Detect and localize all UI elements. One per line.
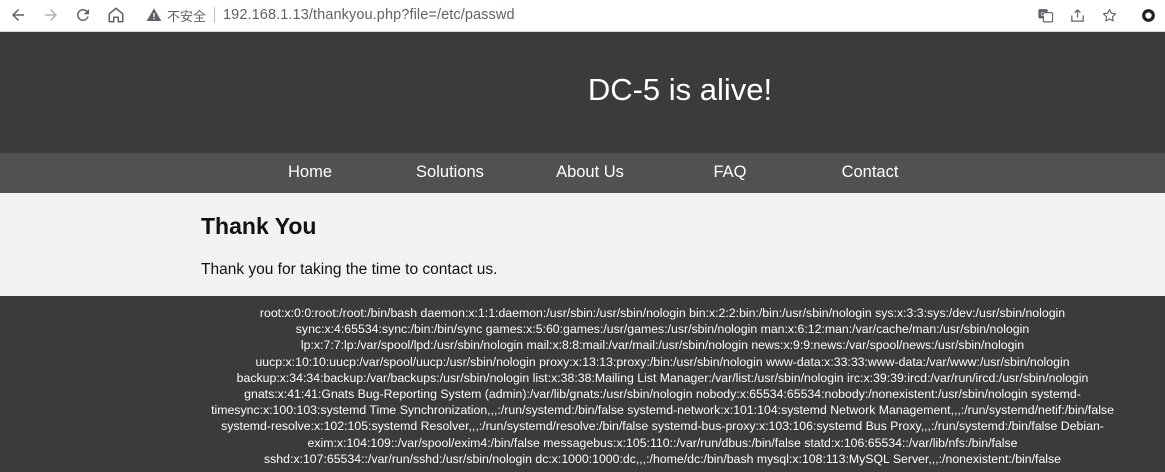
omnibox-divider [214,7,216,23]
main-content: Thank You Thank you for taking the time … [0,193,1165,296]
menu-item-about-us[interactable]: About Us [520,163,660,182]
forward-arrow-icon[interactable] [40,4,62,26]
thank-you-message: Thank you for taking the time to contact… [201,261,498,278]
menu-item-faq[interactable]: FAQ [660,163,800,182]
browser-toolbar: 不安全 192.168.1.13/thankyou.php?file=/etc/… [0,0,1165,32]
site-footer: root:x:0:0:root:/root:/bin/bash daemon:x… [0,296,1165,472]
menu-item-solutions[interactable]: Solutions [380,163,520,182]
page-heading: Thank You [201,213,317,239]
site-header: DC-5 is alive! [0,32,1165,153]
warning-icon[interactable] [146,7,162,23]
reload-icon[interactable] [72,4,94,26]
share-icon[interactable] [1066,4,1088,26]
menu-item-contact[interactable]: Contact [800,163,940,182]
main-menu: Home Solutions About Us FAQ Contact [0,153,1165,193]
svg-text:G: G [1040,12,1044,18]
address-bar[interactable]: 不安全 192.168.1.13/thankyou.php?file=/etc/… [138,3,1028,27]
security-status-label[interactable]: 不安全 [167,6,206,25]
bookmark-star-icon[interactable] [1098,4,1120,26]
translate-icon[interactable]: G [1034,4,1056,26]
home-icon[interactable] [105,4,127,26]
extension-icon[interactable] [1137,4,1159,26]
back-arrow-icon[interactable] [7,4,29,26]
file-inclusion-output: root:x:0:0:root:/root:/bin/bash daemon:x… [211,306,1114,466]
menu-item-home[interactable]: Home [240,163,380,182]
url-text[interactable]: 192.168.1.13/thankyou.php?file=/etc/pass… [223,7,515,23]
site-title: DC-5 is alive! [587,72,773,107]
